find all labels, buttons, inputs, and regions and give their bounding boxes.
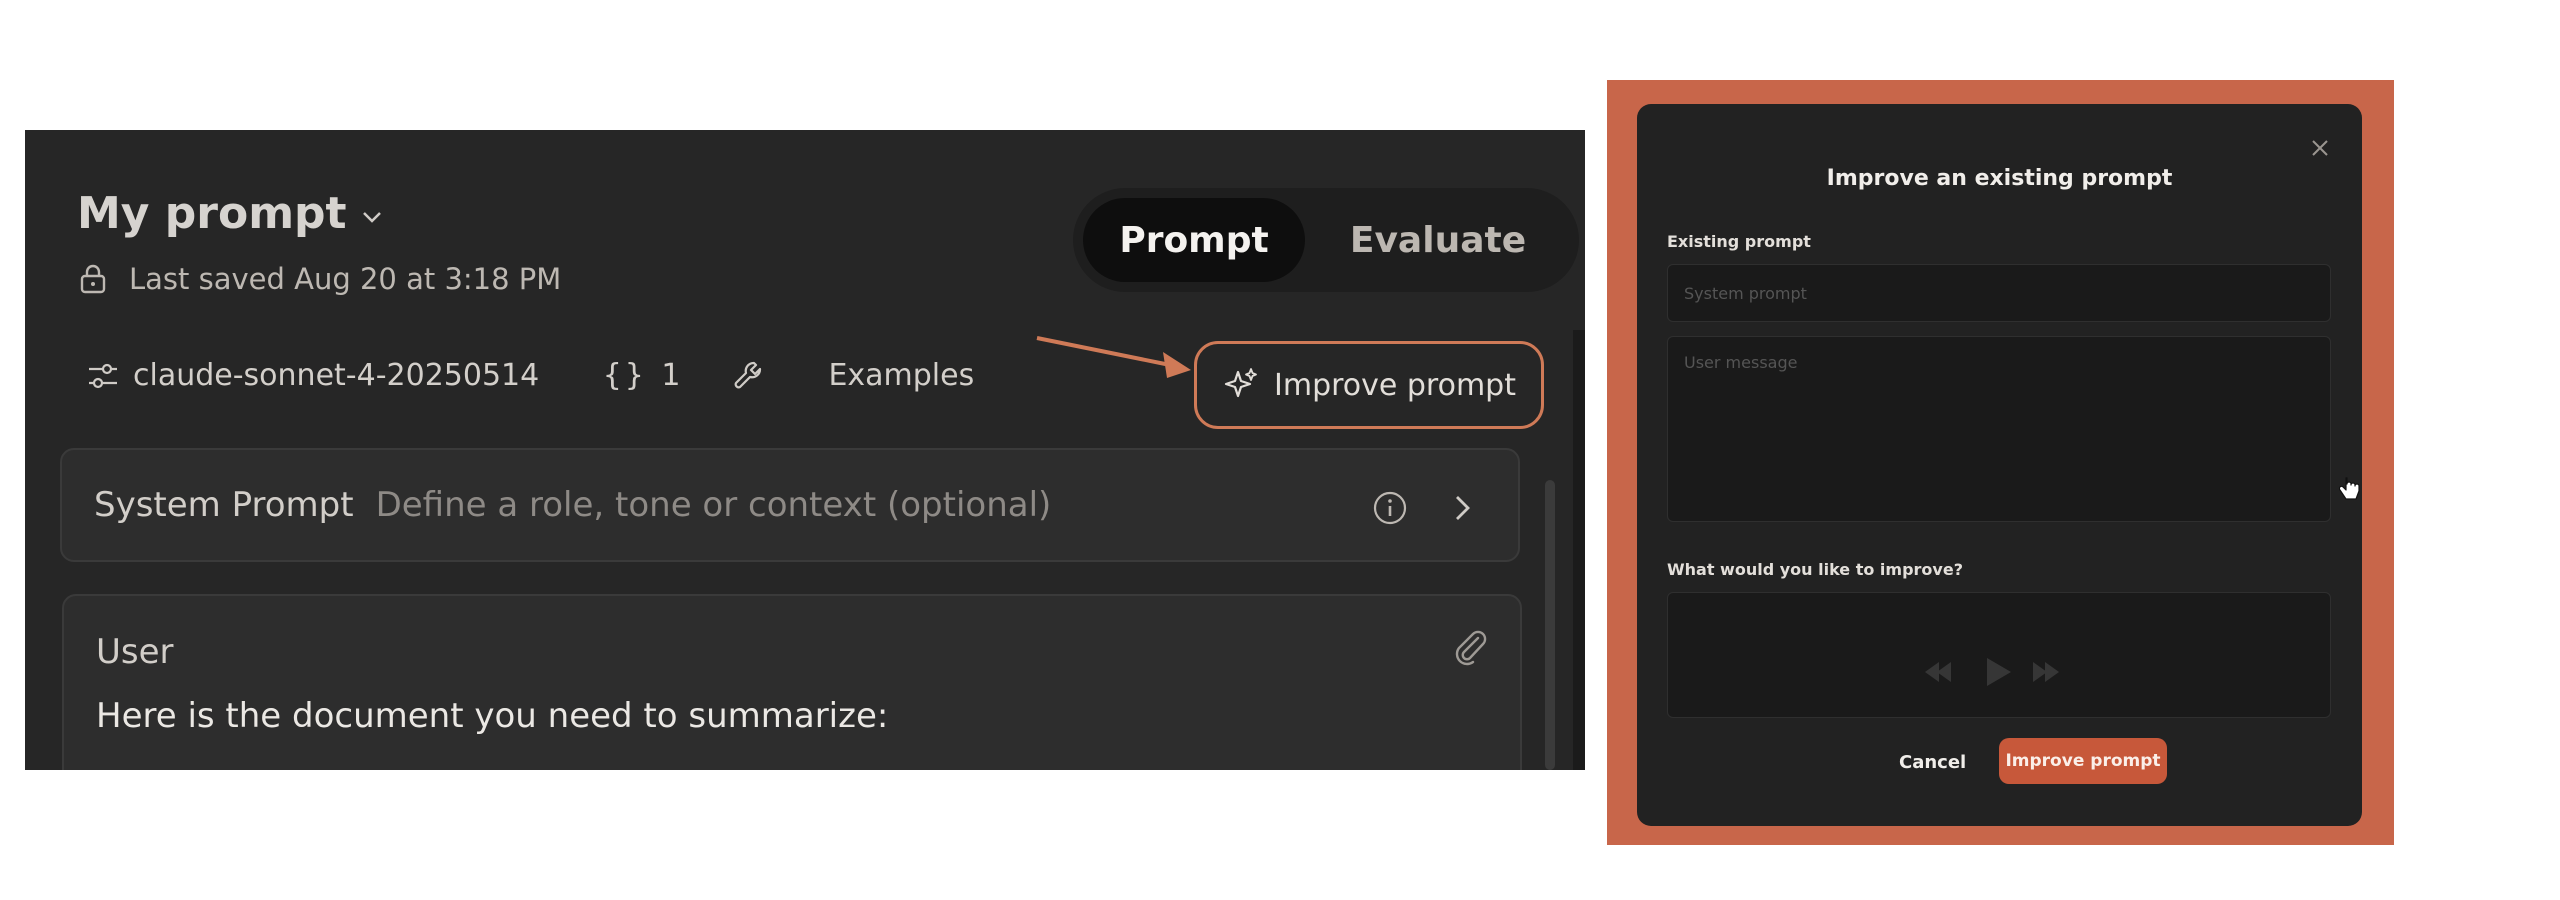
user-message-card[interactable]: User Here is the document you need to su… (62, 594, 1522, 770)
tab-prompt[interactable]: Prompt (1083, 198, 1305, 282)
variables-button[interactable]: {} 1 (603, 358, 680, 393)
improve-prompt-button[interactable]: Improve prompt (1194, 341, 1544, 429)
examples-button[interactable]: Examples (828, 358, 974, 393)
existing-prompt-label: Existing prompt (1667, 232, 1811, 251)
cancel-button[interactable]: Cancel (1899, 752, 1966, 773)
lock-icon (80, 264, 106, 294)
dialog-title: Improve an existing prompt (1826, 166, 2173, 191)
braces-icon: {} (603, 358, 648, 393)
chevron-right-icon[interactable] (1444, 490, 1480, 526)
submit-improve-button[interactable]: Improve prompt (1999, 738, 2167, 784)
modal-backdrop: Improve an existing prompt Existing prom… (1607, 80, 2394, 845)
last-saved-text: Last saved Aug 20 at 3:18 PM (129, 262, 562, 296)
model-selector[interactable]: claude-sonnet-4-20250514 (87, 358, 539, 393)
tab-evaluate[interactable]: Evaluate (1323, 198, 1553, 282)
system-prompt-input[interactable]: System prompt (1667, 264, 2331, 322)
chevron-down-icon (362, 211, 381, 223)
info-icon[interactable] (1372, 490, 1408, 526)
user-message-text[interactable]: Here is the document you need to summari… (96, 696, 888, 736)
improve-goal-label: What would you like to improve? (1667, 560, 1963, 579)
improve-prompt-dialog: Improve an existing prompt Existing prom… (1637, 104, 2362, 826)
prompt-title-dropdown[interactable]: My prompt (77, 188, 383, 239)
prompt-title: My prompt (77, 188, 347, 239)
sliders-icon (89, 363, 117, 388)
user-message-input[interactable]: User message (1667, 336, 2331, 522)
panel-divider (1573, 330, 1585, 770)
media-controls-icon (1925, 658, 2059, 686)
sparkle-icon (1224, 368, 1257, 398)
paperclip-icon[interactable] (1450, 626, 1490, 666)
improve-prompt-label: Improve prompt (1274, 367, 1516, 403)
system-prompt-label: System Prompt (94, 485, 354, 525)
system-prompt-card[interactable]: System Prompt Define a role, tone or con… (60, 448, 1520, 562)
last-saved-status: Last saved Aug 20 at 3:18 PM (79, 262, 561, 296)
scrollbar[interactable] (1545, 480, 1555, 770)
mode-switcher: Prompt Evaluate (1073, 188, 1579, 292)
prompt-editor-panel: My prompt Last saved Aug 20 at 3:18 PM P… (25, 130, 1585, 770)
system-prompt-placeholder: Define a role, tone or context (optional… (375, 485, 1052, 525)
editor-toolbar: claude-sonnet-4-20250514 {} 1 Examples (87, 358, 974, 393)
user-role-label: User (96, 632, 174, 672)
hand-cursor-icon (2339, 477, 2360, 500)
variables-count: 1 (661, 358, 681, 393)
examples-label: Examples (828, 358, 975, 393)
model-name: claude-sonnet-4-20250514 (133, 358, 540, 393)
tools-button[interactable] (732, 359, 766, 393)
wrench-icon (735, 361, 762, 388)
annotation-arrow (1036, 336, 1191, 378)
close-icon[interactable] (2310, 138, 2330, 158)
